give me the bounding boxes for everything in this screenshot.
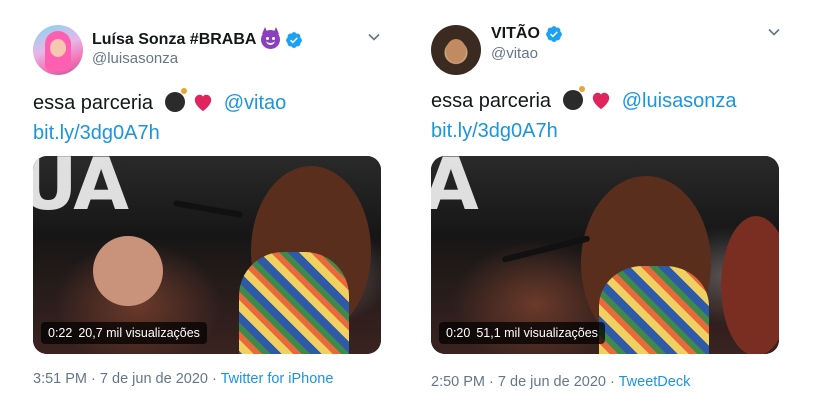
verified-icon — [546, 26, 562, 42]
author-row: VITÃO — [491, 25, 563, 43]
meta-separator: · — [609, 374, 615, 390]
tweet-text-prefix: essa parceria — [431, 90, 552, 112]
video-duration: 0:22 — [48, 326, 73, 340]
tweet-luisasonza: Luísa Sonza #BRABA @luisasonza essa parc… — [0, 0, 414, 414]
bomb-icon — [164, 88, 187, 112]
tweet-time[interactable]: 2:50 PM — [431, 374, 485, 390]
tweet-time[interactable]: 3:51 PM — [33, 371, 87, 387]
meta-separator: · — [489, 374, 494, 390]
tweet-source[interactable]: TweetDeck — [619, 374, 691, 390]
video-stats-badge: 0:22 20,7 mil visualizações — [41, 322, 207, 344]
video-duration: 0:20 — [446, 326, 471, 340]
tweet-text: essa parceria @luisasonza bit.ly/3dg0A7h — [431, 86, 737, 146]
heart-icon — [593, 92, 610, 110]
heart-icon — [195, 94, 212, 112]
chevron-down-icon[interactable] — [767, 25, 781, 39]
tweet-text: essa parceria @vitao bit.ly/3dg0A7h — [33, 88, 286, 148]
tweet-vitao: VITÃO @vitao essa parceria @luisasonza b… — [414, 0, 828, 414]
chevron-down-icon[interactable] — [367, 30, 381, 44]
handle[interactable]: @luisasonza — [92, 50, 178, 67]
verified-icon — [286, 31, 303, 48]
video-player[interactable]: A 0:20 51,1 mil visualizações — [431, 156, 779, 354]
avatar-face — [446, 39, 466, 63]
avatar[interactable] — [33, 25, 83, 75]
audience-hand — [93, 236, 163, 306]
tweet-date[interactable]: 7 de jun de 2020 — [100, 371, 208, 387]
tweet-source[interactable]: Twitter for iPhone — [221, 371, 334, 387]
performer-shirt — [599, 266, 709, 354]
avatar-face — [50, 39, 66, 57]
video-overlay-text: A — [431, 156, 479, 226]
short-link[interactable]: bit.ly/3dg0A7h — [431, 120, 558, 142]
handle[interactable]: @vitao — [491, 45, 538, 62]
video-stats-badge: 0:20 51,1 mil visualizações — [439, 322, 605, 344]
video-player[interactable]: UA 0:22 20,7 mil visualizações — [33, 156, 381, 354]
tweet-meta: 3:51 PM · 7 de jun de 2020 · Twitter for… — [33, 371, 333, 387]
meta-separator: · — [91, 371, 96, 387]
tweet-date[interactable]: 7 de jun de 2020 — [498, 374, 606, 390]
display-name[interactable]: Luísa Sonza #BRABA — [92, 31, 256, 49]
tweet-meta: 2:50 PM · 7 de jun de 2020 · TweetDeck — [431, 374, 690, 390]
display-name[interactable]: VITÃO — [491, 25, 540, 43]
video-views: 51,1 mil visualizações — [476, 326, 598, 340]
video-views: 20,7 mil visualizações — [78, 326, 200, 340]
smiling-devil-icon — [261, 27, 281, 49]
mention-link[interactable]: @vitao — [224, 92, 287, 114]
audience-figure — [721, 216, 779, 354]
mention-link[interactable]: @luisasonza — [622, 90, 737, 112]
bomb-icon — [562, 86, 585, 110]
tweet-text-prefix: essa parceria — [33, 92, 154, 114]
meta-separator: · — [211, 371, 217, 387]
video-overlay-text: UA — [33, 156, 129, 226]
short-link[interactable]: bit.ly/3dg0A7h — [33, 122, 160, 144]
avatar[interactable] — [431, 25, 481, 75]
author-row: Luísa Sonza #BRABA — [92, 27, 303, 49]
performer-shirt — [239, 252, 349, 354]
